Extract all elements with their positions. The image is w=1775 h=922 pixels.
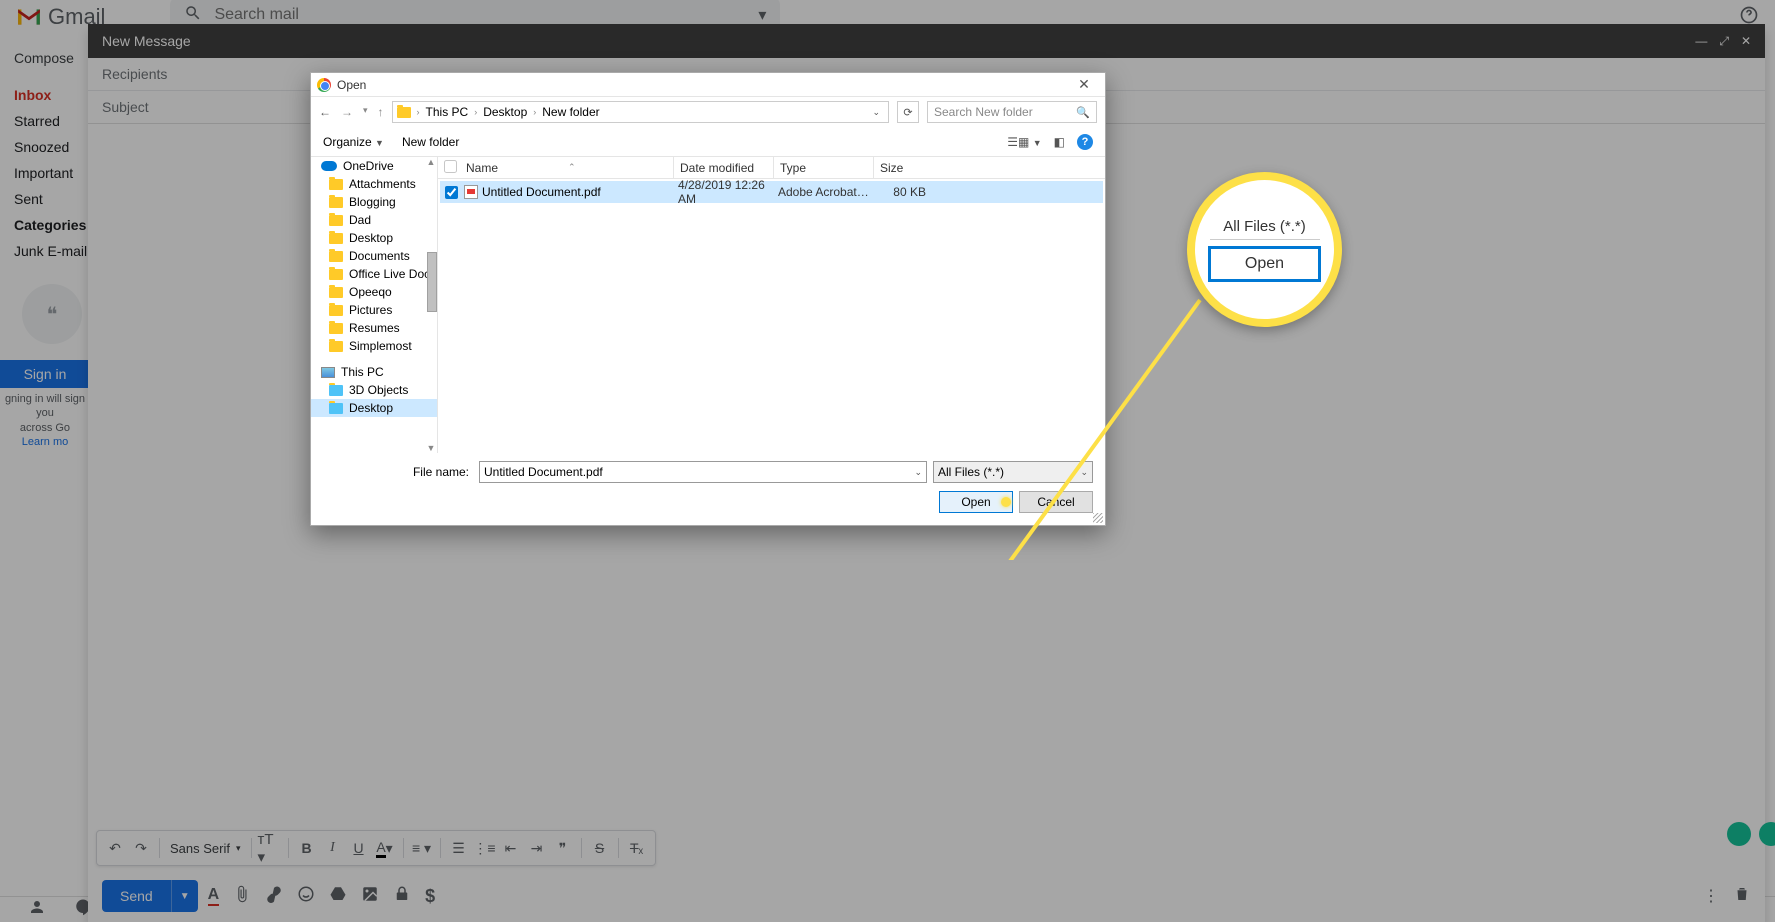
nav-forward-icon[interactable]: → (341, 105, 353, 119)
nav-recent-icon[interactable]: ▾ (363, 105, 368, 119)
file-type-filter[interactable]: All Files (*.*)⌄ (933, 461, 1093, 483)
organize-menu[interactable]: Organize ▼ (323, 135, 384, 149)
folder-icon (329, 287, 343, 298)
callout-open-button: Open (1208, 246, 1321, 282)
breadcrumb[interactable]: › This PC › Desktop › New folder ⌄ (392, 101, 889, 123)
dialog-help-icon[interactable]: ? (1077, 134, 1093, 150)
file-list: Name⌃ Date modified Type Size Untitled D… (438, 157, 1105, 453)
folder-icon (329, 215, 343, 226)
folder-icon (329, 403, 343, 414)
folder-icon (329, 305, 343, 316)
tree-documents[interactable]: Documents (311, 247, 437, 265)
file-row[interactable]: Untitled Document.pdf 4/28/2019 12:26 AM… (440, 181, 1103, 203)
dialog-title: Open (337, 78, 366, 92)
callout-filter-text: All Files (*.*) (1210, 218, 1320, 240)
tree-desktop[interactable]: Desktop (311, 229, 437, 247)
tree-dad[interactable]: Dad (311, 211, 437, 229)
dialog-search[interactable]: Search New folder 🔍 (927, 101, 1097, 123)
cancel-button[interactable]: Cancel (1019, 491, 1093, 513)
tree-desktop-pc[interactable]: Desktop (311, 399, 437, 417)
view-icon[interactable]: ☰▦ ▼ (1007, 135, 1041, 149)
dialog-navbar: ← → ▾ ↑ › This PC › Desktop › New folder… (311, 97, 1105, 127)
breadcrumb-dropdown[interactable]: ⌄ (868, 107, 884, 118)
folder-icon (329, 323, 343, 334)
select-all-checkbox[interactable] (444, 160, 457, 173)
folder-icon (329, 197, 343, 208)
dialog-toolbar: Organize ▼ New folder ☰▦ ▼ ◧ ? (311, 127, 1105, 157)
tree-opeeqo[interactable]: Opeeqo (311, 283, 437, 301)
pdf-icon (464, 185, 478, 199)
list-header[interactable]: Name⌃ Date modified Type Size (438, 157, 1105, 179)
file-open-dialog: Open ✕ ← → ▾ ↑ › This PC › Desktop › New… (310, 72, 1106, 526)
folder-icon (329, 341, 343, 352)
preview-pane-icon[interactable]: ◧ (1054, 135, 1065, 149)
nav-up-icon[interactable]: ↑ (378, 105, 384, 119)
search-icon: 🔍 (1076, 106, 1090, 119)
resize-grip[interactable] (1093, 513, 1103, 523)
callout-magnifier: All Files (*.*) Open (1187, 172, 1342, 327)
folder-icon (397, 107, 411, 118)
new-folder-button[interactable]: New folder (402, 135, 459, 149)
folder-icon (329, 179, 343, 190)
open-button[interactable]: Open (939, 491, 1013, 513)
tree-blogging[interactable]: Blogging (311, 193, 437, 211)
folder-tree[interactable]: ▲ OneDrive Attachments Blogging Dad Desk… (311, 157, 438, 453)
dialog-close-icon[interactable]: ✕ (1069, 76, 1099, 93)
tree-resumes[interactable]: Resumes (311, 319, 437, 337)
tree-3dobjects[interactable]: 3D Objects (311, 381, 437, 399)
tree-attachments[interactable]: Attachments (311, 175, 437, 193)
file-checkbox[interactable] (445, 186, 458, 199)
pc-icon (321, 367, 335, 378)
dialog-titlebar[interactable]: Open ✕ (311, 73, 1105, 97)
onedrive-icon (321, 161, 337, 171)
chrome-icon (317, 78, 331, 92)
tree-simplemost[interactable]: Simplemost (311, 337, 437, 355)
folder-icon (329, 233, 343, 244)
tree-scrollbar-thumb[interactable] (427, 252, 437, 312)
tree-office[interactable]: Office Live Docu (311, 265, 437, 283)
refresh-icon[interactable]: ⟳ (897, 101, 919, 123)
tree-onedrive[interactable]: OneDrive (311, 157, 437, 175)
filename-label: File name: (323, 465, 473, 479)
folder-icon (329, 269, 343, 280)
folder-icon (329, 251, 343, 262)
nav-back-icon[interactable]: ← (319, 105, 331, 119)
folder-icon (329, 385, 343, 396)
filename-input[interactable]: Untitled Document.pdf⌄ (479, 461, 927, 483)
tree-pictures[interactable]: Pictures (311, 301, 437, 319)
tree-thispc[interactable]: This PC (311, 363, 437, 381)
